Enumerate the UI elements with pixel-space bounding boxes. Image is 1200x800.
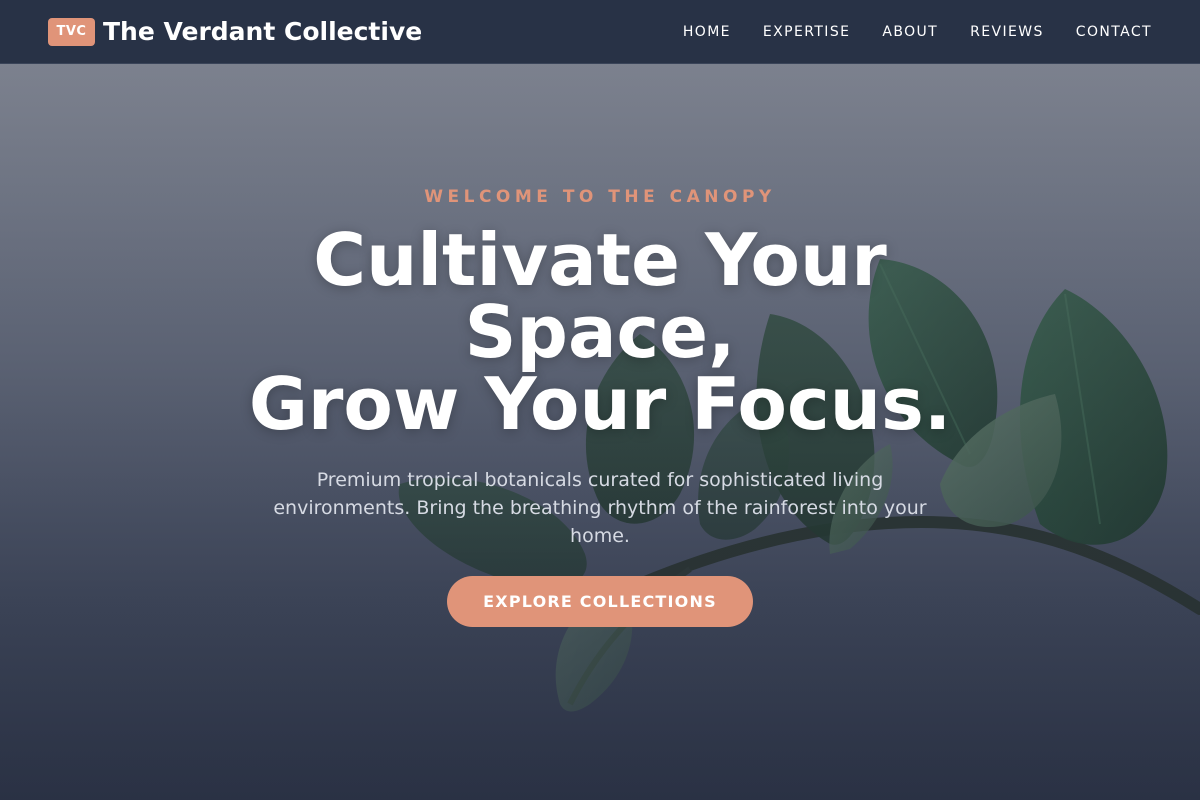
nav-expertise[interactable]: EXPERTISE [763, 24, 850, 40]
headline-line-3: Grow Your Focus. [248, 362, 952, 446]
hero-section: WELCOME TO THE CANOPY Cultivate Your Spa… [0, 64, 1200, 800]
nav-reviews[interactable]: REVIEWS [970, 24, 1044, 40]
headline-line-2: Space, [464, 290, 736, 374]
explore-collections-button[interactable]: EXPLORE COLLECTIONS [447, 576, 753, 627]
main-nav: HOME EXPERTISE ABOUT REVIEWS CONTACT [683, 24, 1152, 40]
nav-contact[interactable]: CONTACT [1076, 24, 1152, 40]
hero-headline: Cultivate Your Space, Grow Your Focus. [0, 224, 1200, 440]
nav-home[interactable]: HOME [683, 24, 731, 40]
hero-eyebrow: WELCOME TO THE CANOPY [424, 187, 776, 207]
nav-about[interactable]: ABOUT [882, 24, 938, 40]
brand-badge: TVC [48, 17, 95, 46]
headline-line-1: Cultivate Your [313, 218, 887, 302]
brand-name: The Verdant Collective [103, 17, 423, 46]
brand-logo[interactable]: TVC The Verdant Collective [48, 17, 422, 46]
hero-content: WELCOME TO THE CANOPY Cultivate Your Spa… [0, 64, 1200, 800]
site-header: TVC The Verdant Collective HOME EXPERTIS… [0, 0, 1200, 64]
hero-subtitle: Premium tropical botanicals curated for … [273, 469, 927, 547]
